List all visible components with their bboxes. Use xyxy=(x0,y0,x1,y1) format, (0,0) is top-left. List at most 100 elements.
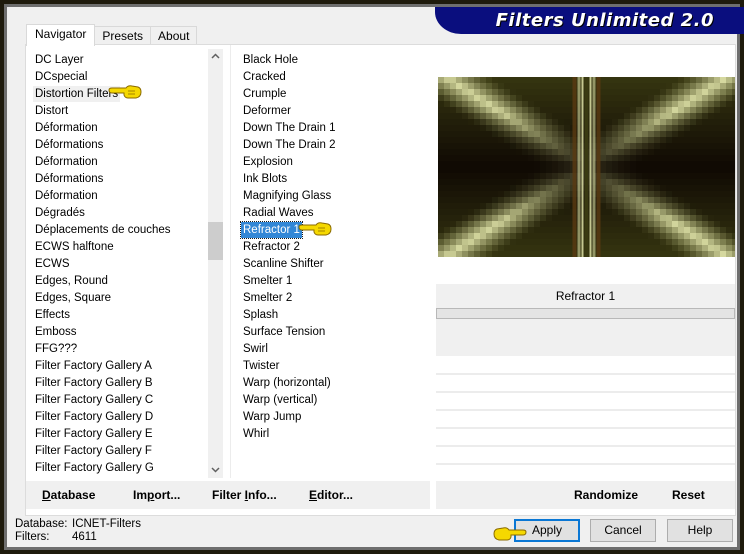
filter-item[interactable]: Scanline Shifter xyxy=(241,256,426,273)
category-item-label: Filter Factory Gallery F xyxy=(35,445,152,457)
preview-graphic xyxy=(438,77,735,257)
filter-item[interactable]: Down The Drain 2 xyxy=(241,137,426,154)
filter-item[interactable]: Black Hole xyxy=(241,52,426,69)
category-item[interactable]: Filter Factory Gallery B xyxy=(33,375,208,392)
filter-item[interactable]: Warp (horizontal) xyxy=(241,375,426,392)
preview-stripe xyxy=(596,77,601,257)
category-item[interactable]: Filter Factory Gallery E xyxy=(33,426,208,443)
parameter-slot xyxy=(436,409,735,411)
navigator-toolbar: Database Import... Filter Info... Editor… xyxy=(26,481,430,509)
randomize-button[interactable]: Randomize xyxy=(574,488,638,502)
filter-item-label: Swirl xyxy=(243,343,268,355)
category-item-label: DCspecial xyxy=(35,71,88,83)
category-item[interactable]: DC Layer xyxy=(33,52,208,69)
parameter-slot xyxy=(436,445,735,447)
tab-presets[interactable]: Presets xyxy=(94,26,152,46)
category-item[interactable]: Dégradés xyxy=(33,205,208,222)
filter-item[interactable]: Radial Waves xyxy=(241,205,426,222)
filter-item[interactable]: Refractor 1 xyxy=(240,221,426,239)
category-item-label: Filter Factory Gallery H xyxy=(33,477,155,478)
scroll-up-icon[interactable] xyxy=(208,49,223,64)
filter-preview-image xyxy=(438,77,735,257)
filter-item[interactable]: Cracked xyxy=(241,69,426,86)
category-item[interactable]: Filter Factory Gallery A xyxy=(33,358,208,375)
filter-item[interactable]: Explosion xyxy=(241,154,426,171)
category-scrollbar[interactable] xyxy=(208,49,223,478)
category-item[interactable]: Filter Factory Gallery G xyxy=(33,460,208,477)
filter-item-label: Twister xyxy=(243,360,280,372)
filter-item[interactable]: Refractor 2 xyxy=(241,239,426,256)
cancel-button[interactable]: Cancel xyxy=(590,519,656,542)
filter-item-label: Whirl xyxy=(243,428,270,440)
scrollbar-thumb[interactable] xyxy=(208,222,223,260)
filter-item-label: Smelter 1 xyxy=(243,275,293,287)
scroll-down-icon[interactable] xyxy=(208,463,223,478)
filter-item[interactable]: Smelter 1 xyxy=(241,273,426,290)
filter-item-label: Down The Drain 1 xyxy=(243,122,336,134)
preview-stripe xyxy=(572,77,577,257)
category-item-label: Effects xyxy=(35,309,70,321)
category-item[interactable]: Filter Factory Gallery C xyxy=(33,392,208,409)
category-item-label: Déformation xyxy=(35,190,98,202)
filter-item-label: Refractor 2 xyxy=(243,241,300,253)
category-item[interactable]: Déplacements de couches xyxy=(33,222,208,239)
filter-item[interactable]: Warp Jump xyxy=(241,409,426,426)
filter-info-button[interactable]: Filter Info... xyxy=(212,488,277,502)
category-item-label: Filter Factory Gallery B xyxy=(35,377,153,389)
help-button[interactable]: Help xyxy=(667,519,733,542)
filter-list[interactable]: Black Hole Cracked Crumple Deformer Down The… xyxy=(240,52,426,443)
editor-button[interactable]: Editor... xyxy=(309,488,353,502)
filter-item[interactable]: Deformer xyxy=(241,103,426,120)
filter-item[interactable]: Splash xyxy=(241,307,426,324)
preview-panel: Refractor 1 Randomize Reset xyxy=(430,44,736,516)
filter-item[interactable]: Surface Tension xyxy=(241,324,426,341)
category-item[interactable]: ECWS xyxy=(33,256,208,273)
filter-item[interactable]: Magnifying Glass xyxy=(241,188,426,205)
tab-about[interactable]: About xyxy=(150,26,198,46)
category-item[interactable]: Déformation xyxy=(33,120,208,137)
category-item[interactable]: Distort xyxy=(33,103,208,120)
category-item-label: Emboss xyxy=(35,326,77,338)
category-item[interactable]: Déformations xyxy=(33,137,208,154)
filter-item[interactable]: Smelter 2 xyxy=(241,290,426,307)
filter-item-label: Warp (vertical) xyxy=(243,394,318,406)
filter-item-label: Refractor 1 xyxy=(240,221,303,239)
filter-item-label: Warp Jump xyxy=(243,411,302,423)
category-item[interactable]: Effects xyxy=(33,307,208,324)
parameter-progress-bar xyxy=(436,308,735,319)
category-item[interactable]: ECWS halftone xyxy=(33,239,208,256)
category-item[interactable]: FFG??? xyxy=(33,341,208,358)
category-item-label: ECWS halftone xyxy=(35,241,114,253)
filter-item-label: Ink Blots xyxy=(243,173,288,185)
preview-stripe xyxy=(589,77,592,257)
category-item[interactable]: Déformations xyxy=(33,171,208,188)
category-list[interactable]: DC Layer DCspecial Distortion Filters Disto… xyxy=(33,52,208,478)
filter-item[interactable]: Warp (vertical) xyxy=(241,392,426,409)
category-item[interactable]: Filter Factory Gallery F xyxy=(33,443,208,460)
category-item[interactable]: Edges, Round xyxy=(33,273,208,290)
category-item-label: Edges, Round xyxy=(35,275,108,287)
status-filters: Filters: 4611 xyxy=(15,531,97,543)
category-item-label: Filter Factory Gallery E xyxy=(35,428,153,440)
category-item[interactable]: Filter Factory Gallery H xyxy=(33,477,208,478)
filter-item[interactable]: Twister xyxy=(241,358,426,375)
pointing-hand-icon xyxy=(108,85,142,99)
category-item[interactable]: Edges, Square xyxy=(33,290,208,307)
filter-item[interactable]: Ink Blots xyxy=(241,171,426,188)
parameter-header: Refractor 1 xyxy=(436,284,735,356)
category-item[interactable]: Déformation xyxy=(33,188,208,205)
filter-item[interactable]: Down The Drain 1 xyxy=(241,120,426,137)
filter-item[interactable]: Crumple xyxy=(241,86,426,103)
category-item[interactable]: Filter Factory Gallery D xyxy=(33,409,208,426)
category-item[interactable]: Déformation xyxy=(33,154,208,171)
tab-navigator[interactable]: Navigator xyxy=(26,24,96,46)
category-item[interactable]: Emboss xyxy=(33,324,208,341)
filter-item[interactable]: Whirl xyxy=(241,426,426,443)
filter-item[interactable]: Swirl xyxy=(241,341,426,358)
reset-button[interactable]: Reset xyxy=(672,488,705,502)
import-button[interactable]: Import... xyxy=(133,488,180,502)
preview-stripe xyxy=(592,77,596,257)
database-button[interactable]: Database xyxy=(42,488,95,502)
category-item-label: Distort xyxy=(35,105,69,117)
category-item-label: Déformation xyxy=(35,156,98,168)
